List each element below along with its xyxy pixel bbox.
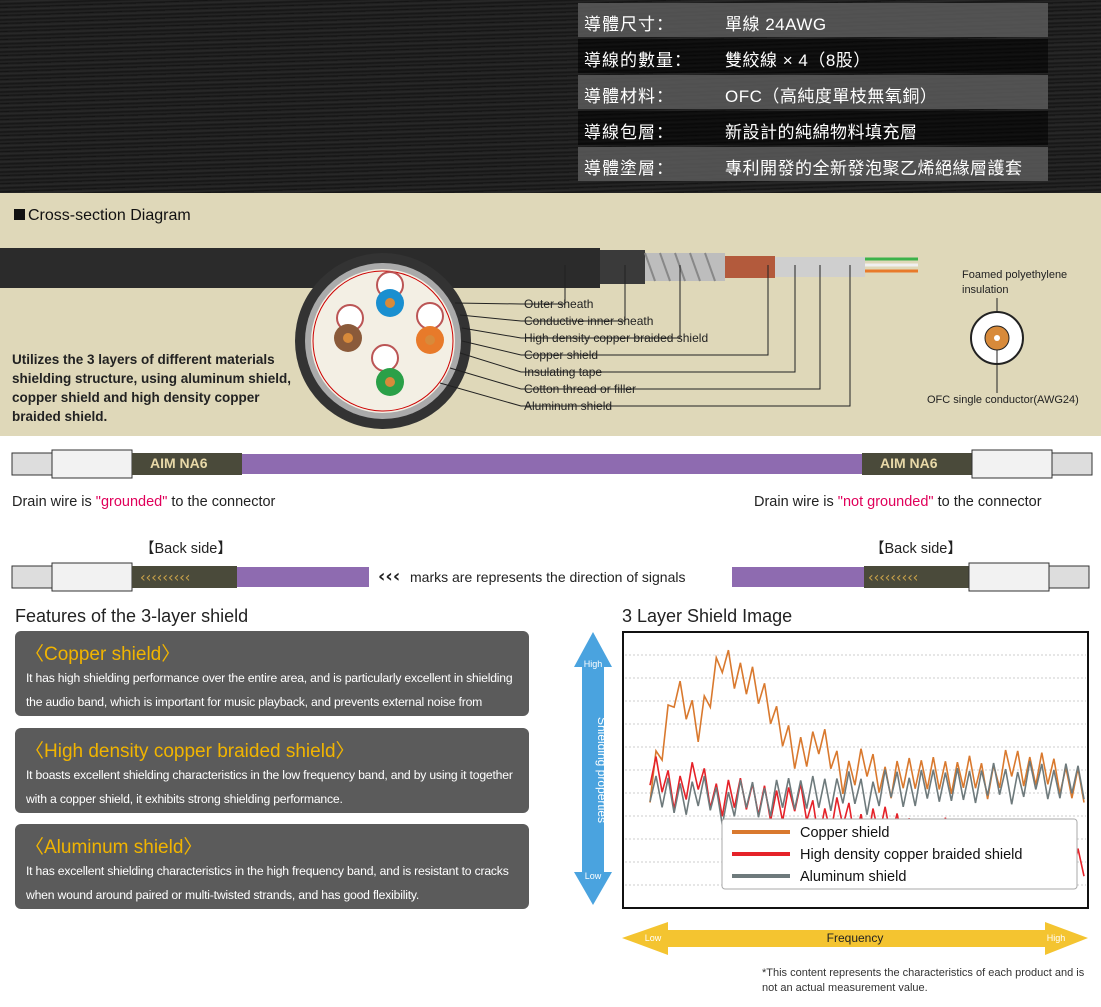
spec-row: 導線包層： 新設計的純綿物料填充層 (578, 111, 1048, 145)
spec-row: 導體尺寸： 單線 24AWG (578, 3, 1048, 37)
drain-not-grounded-text: Drain wire is "not grounded" to the conn… (754, 494, 1042, 510)
feature-desc: It has excellent shielding characteristi… (26, 864, 509, 902)
callout-aluminum-shield: Aluminum shield (524, 399, 613, 413)
spec-key: 導體塗層： (584, 159, 674, 178)
spec-key: 導線包層： (584, 123, 674, 142)
spec-value: 專利開發的全新發泡聚乙烯絕緣層護套 (725, 159, 1023, 178)
x-high-label: High (1047, 933, 1066, 943)
drain-highlight: "not grounded" (837, 494, 934, 510)
drain-highlight: "grounded" (95, 494, 168, 510)
back-side-right: 【Back side】 (870, 541, 962, 557)
brand-label-right: AIM NA6 (880, 455, 938, 471)
y-low-label: Low (585, 871, 602, 881)
svg-text:‹‹‹‹‹‹‹‹‹: ‹‹‹‹‹‹‹‹‹ (140, 570, 190, 586)
cable-top (242, 454, 862, 474)
cross-section-description: Utilizes the 3 layers of different mater… (12, 352, 292, 424)
drain-text: Drain wire is (12, 494, 96, 510)
series-line (649, 760, 1085, 826)
brand-label-left: AIM NA6 (150, 455, 208, 471)
chart-title: 3 Layer Shield Image (622, 606, 793, 626)
feature-braided-shield: 〈High density copper braided shield〉 It … (15, 728, 529, 813)
spec-key: 導體材料： (584, 87, 674, 106)
y-high-label: High (584, 659, 603, 669)
signal-direction-note: marks are represents the direction of si… (410, 569, 686, 585)
legend-label: Aluminum shield (800, 869, 906, 885)
spec-value: 單線 24AWG (725, 15, 827, 34)
y-axis-arrow (574, 632, 612, 905)
callout-insulating-tape: Insulating tape (524, 365, 603, 379)
foamed-insulation-label: Foamed polyethylene insulation (962, 269, 1068, 296)
spec-value: 新設計的純綿物料填充層 (725, 123, 918, 142)
x-axis-label: Frequency (827, 931, 884, 945)
legend-label: High density copper braided shield (800, 847, 1022, 863)
spec-value: 雙絞線 × 4（8股） (725, 51, 871, 70)
callout-braided-shield: High density copper braided shield (524, 331, 709, 345)
svg-text:‹‹‹: ‹‹‹ (378, 566, 400, 587)
specs-panel: 導體尺寸： 單線 24AWG 導線的數量： 雙絞線 × 4（8股） 導體材料： OFC… (0, 0, 1101, 193)
feature-aluminum-shield: 〈Aluminum shield〉 It has excellent shiel… (15, 824, 529, 909)
spec-row: 導體塗層： 專利開發的全新發泡聚乙烯絕緣層護套 (578, 147, 1048, 181)
features-heading: Features of the 3-layer shield (15, 606, 249, 626)
callout-inner-sheath: Conductive inner sheath (524, 314, 654, 328)
back-side-left: 【Back side】 (140, 541, 232, 557)
spec-row: 導體材料： OFC（高純度單枝無氧銅） (578, 75, 1048, 109)
chart-legend (721, 818, 1078, 890)
legend-label: Copper shield (800, 825, 889, 841)
callout-outer-sheath: Outer sheath (524, 297, 594, 311)
y-axis-label: Shielding properties (595, 717, 609, 823)
ofc-conductor-label: OFC single conductor(AWG24) (927, 394, 1079, 406)
x-axis-arrow (622, 922, 1088, 955)
drain-grounded-text: Drain wire is "grounded" to the connecto… (12, 494, 275, 510)
spec-row: 導線的數量： 雙絞線 × 4（8股） (578, 39, 1048, 73)
drain-text: to the connector (167, 494, 276, 510)
cable-bottom-left (237, 567, 369, 587)
chart-disclaimer: *This content represents the characteris… (762, 967, 1085, 994)
feature-copper-shield: 〈Copper shield〉 It has high shielding pe… (15, 631, 529, 733)
cross-section-panel: Cross-section Diagram Outer sheath Condu… (0, 193, 1101, 436)
x-low-label: Low (645, 933, 662, 943)
series-line (649, 756, 1085, 879)
plot-area (622, 631, 1089, 909)
series-line (649, 649, 1085, 803)
svg-text:‹‹‹‹‹‹‹‹‹: ‹‹‹‹‹‹‹‹‹ (868, 570, 918, 586)
feature-desc: It boasts excellent shielding characteri… (26, 768, 513, 806)
spec-value: OFC（高純度單枝無氧銅） (725, 87, 938, 106)
feature-title: 〈Copper shield〉 (25, 644, 181, 665)
spec-key: 導體尺寸： (584, 15, 674, 34)
cable-bottom-right (732, 567, 864, 587)
callout-copper-shield: Copper shield (524, 348, 599, 362)
feature-title: 〈Aluminum shield〉 (25, 837, 203, 858)
spec-key: 導線的數量： (584, 51, 692, 70)
drain-text: to the connector (933, 494, 1042, 510)
cable-outer-sheath (0, 248, 600, 288)
drain-text: Drain wire is (754, 494, 838, 510)
feature-title: 〈High density copper braided shield〉 (25, 741, 355, 762)
callout-cotton-thread: Cotton thread or filler (524, 382, 637, 396)
